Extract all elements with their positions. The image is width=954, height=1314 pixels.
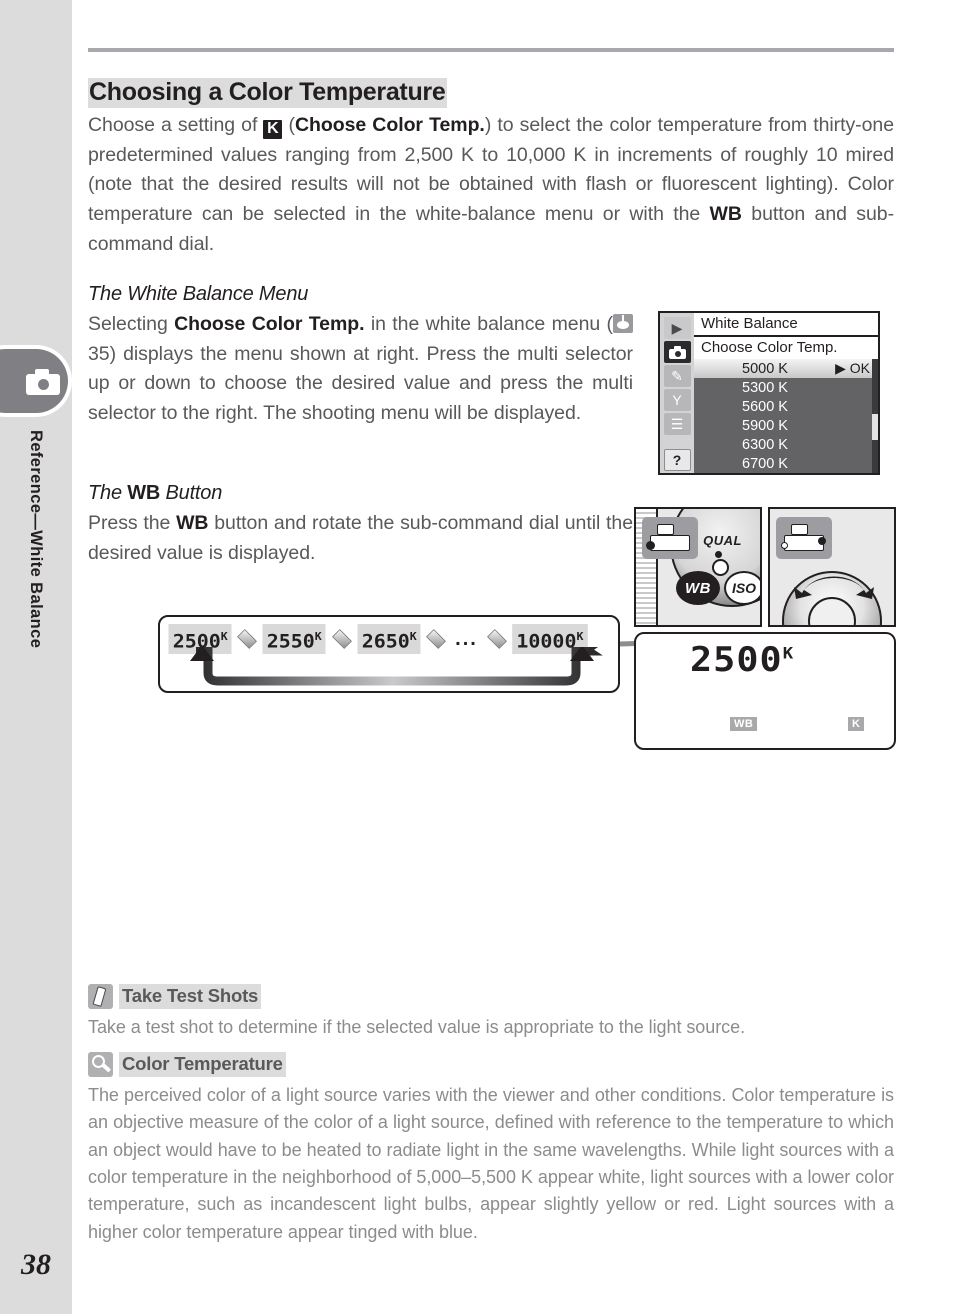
intro-bold-1: Choose Color Temp. [294, 114, 485, 136]
intro-bold-2: WB [709, 202, 742, 225]
shooting-menu-icon [663, 341, 691, 363]
camera-menu-row-0: 5000 K ▶ OK [694, 359, 878, 378]
wb-menu-paragraph: Selecting Choose Color Temp. in the whit… [88, 310, 633, 429]
camera-menu-row-label: 5600 K [742, 398, 788, 415]
camera-photo-sub-dial [768, 507, 896, 627]
playback-menu-icon: ▶ [663, 317, 691, 339]
camera-menu-rail: ▶ ✎ Y ☰ ? [660, 313, 694, 473]
camera-menu-row-1: 5300 K [694, 378, 878, 397]
camera-menu-list: 5000 K ▶ OK 5300 K 5600 K 5900 K 6300 K … [694, 359, 878, 473]
header-rule [88, 48, 894, 52]
camera-rear-badge-icon [776, 517, 832, 559]
wb-button-paragraph: Press the WB button and rotate the sub-c… [88, 509, 633, 568]
wb-menu-text-2: in the white balance menu ( [364, 313, 613, 335]
setup-menu-icon: Y [663, 389, 691, 411]
sidebar-section-tab [0, 345, 72, 417]
lcd-k-indicator: K [848, 717, 864, 731]
note-body: The perceived color of a light source va… [88, 1085, 894, 1242]
page-title: Choosing a Color Temperature [88, 78, 448, 108]
page-number: 38 [21, 1248, 51, 1281]
intro-text-2: ( [282, 114, 296, 136]
menu-reference-icon [613, 314, 633, 333]
camera-front-badge-icon [642, 517, 698, 559]
camera-menu-screenshot: ▶ ✎ Y ☰ ? White Balance Choose Color Tem… [658, 311, 880, 475]
camera-photo-pair: QUAL WB ISO [634, 507, 896, 627]
wb-menu-heading: The White Balance Menu [88, 283, 309, 305]
page-sidebar: Reference—White Balance 38 [0, 0, 72, 1314]
camera-icon [26, 369, 60, 395]
note-header: Take Test Shots [88, 984, 894, 1009]
wrap-around-loop-arrow-icon [190, 647, 603, 686]
note-color-temperature: Color Temperature The perceived color of… [88, 1052, 894, 1246]
camera-menu-row-label: 5900 K [742, 417, 788, 434]
lcd-value-number: 2500 [690, 640, 783, 680]
magnifier-icon [88, 1052, 113, 1077]
wb-button-heading-pre: The [88, 482, 128, 504]
camera-menu-row-label: 5000 K [742, 360, 788, 377]
camera-menu-row-label: 5300 K [742, 379, 788, 396]
recent-settings-menu-icon: ☰ [663, 413, 691, 435]
page-content: Choosing a Color Temperature Choose a se… [88, 0, 898, 1314]
note-title: Take Test Shots [119, 984, 262, 1009]
wb-button-heading: The WB Button [88, 482, 222, 505]
camera-menu-title: White Balance [694, 313, 878, 337]
camera-menu-row-4: 6300 K [694, 435, 878, 454]
wb-button-heading-bold: WB [127, 482, 161, 504]
pencil-icon [88, 984, 113, 1009]
help-icon: ? [663, 449, 691, 471]
note-title: Color Temperature [119, 1052, 286, 1077]
iso-button: ISO [724, 571, 760, 605]
camera-menu-row-3: 5900 K [694, 416, 878, 435]
qual-indicator-dot [715, 551, 722, 558]
rotate-arrow-icon [794, 576, 874, 599]
lcd-color-temp-value: 2500K [690, 640, 794, 680]
lcd-wb-indicator: WB [730, 717, 758, 731]
wb-menu-text-3: ) displays the menu shown at right. Pres… [88, 342, 633, 424]
camera-menu-scroll-thumb [872, 413, 878, 440]
intro-text-1: Choose a setting of [88, 114, 264, 136]
camera-menu-scrollbar [872, 359, 878, 473]
manual-page: Reference—White Balance 38 Choosing a Co… [0, 0, 954, 1314]
value-chip-unit: K [315, 630, 323, 643]
k-symbol-icon: K [263, 120, 283, 139]
note-take-test-shots: Take Test Shots Take a test shot to dete… [88, 984, 894, 1041]
intro-paragraph: Choose a setting of K (Choose Color Temp… [88, 111, 894, 259]
value-chip-unit: K [409, 630, 417, 643]
camera-menu-row-label: 6300 K [742, 436, 788, 453]
sidebar-section-label: Reference—White Balance [27, 430, 45, 649]
camera-menu-row-2: 5600 K [694, 397, 878, 416]
wb-button-text-1: Press the [88, 512, 177, 534]
wb-menu-bold-1: Choose Color Temp. [174, 313, 365, 335]
camera-menu-panel: White Balance Choose Color Temp. 5000 K … [694, 313, 878, 473]
note-header: Color Temperature [88, 1052, 894, 1077]
camera-menu-subtitle: Choose Color Temp. [694, 336, 878, 359]
note-body: Take a test shot to determine if the sel… [88, 1017, 746, 1037]
qual-label: QUAL [703, 533, 742, 548]
custom-settings-menu-icon: ✎ [663, 365, 691, 387]
wb-button-highlight: WB [676, 571, 720, 605]
value-sequence-diagram: 2500K 2550K 2650K ... 10000K [158, 615, 620, 693]
value-chip-unit: K [576, 630, 584, 643]
value-chip-unit: K [220, 630, 228, 643]
wb-menu-ref-page: 35 [88, 342, 110, 365]
camera-photo-wb-button: QUAL WB ISO [634, 507, 762, 627]
center-button [712, 559, 729, 576]
lcd-value-unit: K [782, 643, 795, 663]
wb-menu-text-1: Selecting [88, 313, 175, 335]
camera-menu-row-label: 6700 K [742, 455, 788, 472]
camera-menu-row-5: 6700 K [694, 454, 878, 473]
camera-menu-ok-label: ▶ OK [835, 360, 870, 376]
wb-button-bold-1: WB [176, 512, 209, 534]
wb-button-heading-post: Button [160, 482, 223, 504]
lcd-control-panel: 2500K WB K [634, 632, 896, 750]
